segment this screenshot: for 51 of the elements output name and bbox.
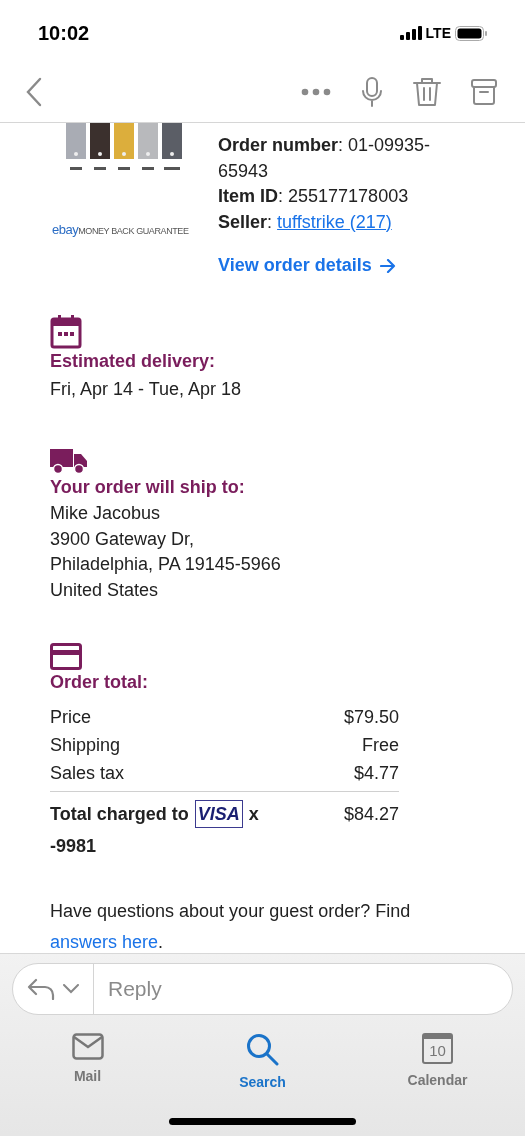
calendar-icon (50, 315, 82, 349)
card-number: -9981 (50, 836, 97, 856)
view-order-details-link[interactable]: View order details (218, 252, 396, 279)
answers-link[interactable]: answers here (50, 932, 159, 952)
help-text: Have questions about your guest order? Find answers here. (50, 900, 412, 953)
trash-icon[interactable] (413, 77, 441, 107)
tab-button[interactable]: Mail (0, 1033, 175, 1093)
search-icon (246, 1033, 279, 1066)
tab-button[interactable]: Search (175, 1033, 350, 1093)
archive-icon[interactable] (471, 79, 497, 105)
mail-icon (71, 1033, 104, 1060)
price-amount: $79.50 (343, 706, 399, 729)
seller-link[interactable]: tuffstrike (217) (277, 211, 392, 232)
status-time: 10:02 (38, 21, 90, 46)
address-line: Mike Jacobus (50, 502, 162, 525)
price-amount: $4.77 (353, 762, 399, 785)
card-prefix: x (248, 803, 259, 826)
network-label: LTE (425, 23, 451, 43)
order-field: Item ID: 255177178003 (218, 184, 468, 210)
credit-card-icon (50, 643, 82, 670)
price-label: Shipping (50, 734, 121, 757)
reply-icon[interactable] (27, 978, 55, 1000)
signal-icon (399, 26, 422, 40)
section-heading: Your order will ship to: (50, 476, 246, 499)
guarantee-label: MONEY BACK GUARANTEE (78, 226, 189, 236)
order-field: Order number: 01-09935-65943 (218, 133, 468, 184)
calendar-day-icon: 10 (422, 1033, 453, 1064)
price-amount: Free (362, 734, 399, 757)
total-amount: $84.27 (343, 803, 399, 826)
reply-bar[interactable]: Reply (12, 963, 513, 1015)
section-heading: Estimated delivery: (50, 350, 217, 373)
battery-icon (455, 25, 487, 41)
tab-button[interactable]: 10 Calendar (350, 1033, 525, 1093)
truck-icon (50, 449, 87, 474)
order-field: Seller: tuffstrike (217) (218, 209, 468, 235)
section-heading: Order total: (50, 671, 149, 694)
visa-logo: VISA (194, 800, 243, 828)
ebay-logo: ebay (52, 221, 79, 239)
reply-field[interactable]: Reply (94, 973, 512, 1005)
delivery-dates: Fri, Apr 14 - Tue, Apr 18 (50, 378, 243, 401)
arrow-right-icon (379, 258, 396, 273)
price-label: Sales tax (50, 762, 125, 785)
more-icon[interactable] (301, 88, 331, 96)
total-label: Total charged to (50, 803, 189, 826)
back-icon[interactable] (26, 77, 42, 107)
address-line: 3900 Gateway Dr, (50, 527, 196, 551)
price-label: Price (50, 706, 91, 729)
address-line: United States (50, 578, 160, 602)
chevron-down-icon[interactable] (63, 984, 79, 994)
address-line: Philadelphia, PA 19145-5966 (50, 553, 282, 576)
microphone-icon[interactable] (361, 77, 383, 107)
